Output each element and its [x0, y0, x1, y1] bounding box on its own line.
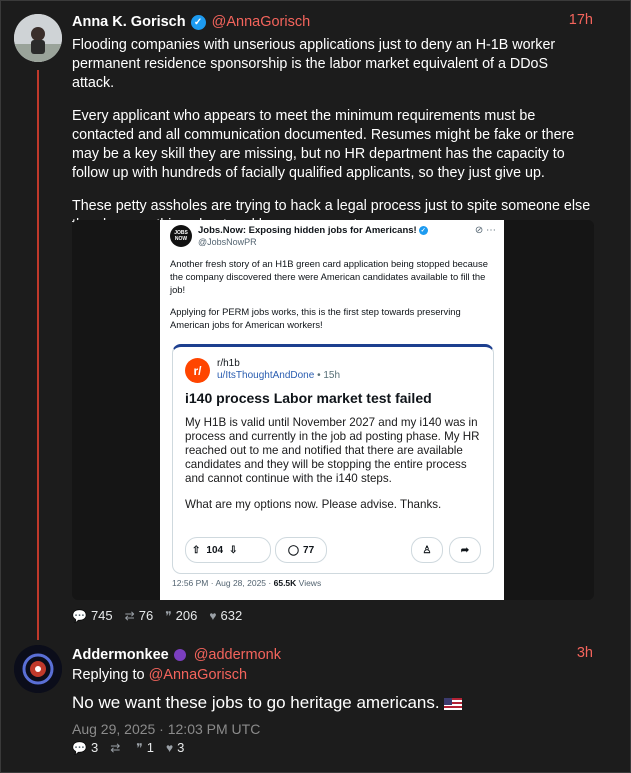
- retweet-icon: ⇄: [124, 608, 135, 623]
- author-name[interactable]: Anna K. Gorisch: [72, 14, 186, 30]
- reply-body: No we want these jobs to go heritage ame…: [72, 693, 593, 713]
- quote-button[interactable]: ❞ 1: [136, 740, 154, 755]
- post-time[interactable]: 3h: [577, 645, 593, 661]
- reply-timestamp[interactable]: Aug 29, 2025 · 12:03 PM UTC: [72, 721, 593, 737]
- reddit-user: u/ItsThoughtAndDone: [217, 370, 315, 381]
- quote-icon: ❞: [165, 608, 172, 623]
- quote-count: 206: [175, 608, 198, 623]
- comment-icon: ◯: [287, 544, 300, 556]
- like-button[interactable]: ♥ 632: [209, 608, 242, 623]
- status-badge-icon: [173, 649, 186, 661]
- like-button[interactable]: ♥ 3: [166, 740, 184, 755]
- embedded-paragraph: Applying for PERM jobs works, this is th…: [170, 306, 461, 330]
- views-label: Views: [298, 578, 322, 588]
- comment-button[interactable]: 💬 745: [72, 608, 113, 623]
- verified-badge-icon: ✓: [418, 225, 428, 235]
- post-paragraph: Flooding companies with unserious applic…: [72, 37, 556, 91]
- comment-icon: 💬: [72, 608, 87, 623]
- heart-icon: ♥: [165, 740, 174, 755]
- reply-stats: 💬 3 ⇄ ❞ 1 ♥ 3: [72, 740, 184, 755]
- author-handle[interactable]: @AnnaGorisch: [212, 14, 311, 30]
- avatar-addermonkee[interactable]: [14, 645, 62, 693]
- retweet-button[interactable]: ⇄ 76: [125, 608, 154, 623]
- reddit-title: i140 process Labor market test failed: [185, 390, 432, 406]
- quote-icon: ❞: [136, 740, 143, 755]
- post-stats: 💬 745 ⇄ 76 ❞ 206 ♥ 632: [72, 608, 242, 623]
- avatar-image: [14, 645, 62, 693]
- reddit-paragraph: What are my options now. Please advise. …: [185, 498, 442, 511]
- replying-to: Replying to @AnnaGorisch: [72, 667, 593, 683]
- reddit-age: 15h: [323, 370, 341, 381]
- reddit-comment-count: 77: [303, 544, 315, 556]
- quote-button[interactable]: ❞ 206: [165, 608, 197, 623]
- verified-badge-icon: ✓: [190, 14, 206, 30]
- embedded-text: Another fresh story of an H1B green card…: [170, 257, 494, 340]
- embedded-meta: 12:56 PM · Aug 28, 2025 · 65.5K Views: [172, 578, 321, 588]
- thread-line: [37, 70, 39, 640]
- us-flag-icon: [443, 697, 462, 710]
- comment-count: 3: [90, 740, 99, 755]
- embedded-views: 65.5K: [273, 578, 297, 588]
- post-media[interactable]: JOBS NOW Jobs.Now: Exposing hidden jobs …: [72, 220, 594, 600]
- subreddit-name: r/h1b: [217, 358, 240, 369]
- jobsnow-avatar: JOBS NOW: [170, 225, 192, 247]
- reply-text: No we want these jobs to go heritage ame…: [72, 693, 440, 712]
- author-name[interactable]: Addermonkee: [72, 647, 169, 663]
- embedded-author-handle: @JobsNowPR: [198, 237, 257, 247]
- comment-icon: 💬: [72, 740, 87, 755]
- upvote-icon: ⇧: [192, 544, 201, 556]
- post-body: Flooding companies with unserious applic…: [72, 36, 593, 235]
- retweet-button[interactable]: ⇄: [110, 740, 124, 755]
- like-count: 3: [177, 740, 185, 755]
- comment-count: 745: [90, 608, 113, 623]
- vote-pill: ⇧ 104 ⇩: [185, 537, 271, 563]
- embedded-paragraph: Another fresh story of an H1B green card…: [170, 258, 488, 295]
- reddit-card: r/ r/h1b u/ItsThoughtAndDone • 15h i140 …: [172, 344, 494, 574]
- share-icon: ➦: [449, 537, 481, 563]
- embedded-time: 12:56 PM · Aug 28, 2025 ·: [172, 578, 272, 588]
- downvote-icon: ⇩: [229, 544, 238, 556]
- embedded-author-name: Jobs.Now: Exposing hidden jobs for Ameri…: [198, 225, 417, 236]
- retweet-count: 76: [138, 608, 154, 623]
- post-time[interactable]: 17h: [569, 12, 593, 28]
- quote-count: 1: [146, 740, 154, 755]
- upvote-count: 104: [206, 544, 224, 556]
- comment-button[interactable]: 💬 3: [72, 740, 98, 755]
- embedded-tweet-screenshot: JOBS NOW Jobs.Now: Exposing hidden jobs …: [160, 220, 504, 600]
- replying-label: Replying to: [72, 667, 145, 683]
- reddit-paragraph: My H1B is valid until November 2027 and …: [185, 416, 480, 485]
- award-icon: ♙: [411, 537, 443, 563]
- reddit-body: My H1B is valid until November 2027 and …: [185, 416, 481, 524]
- heart-icon: ♥: [209, 608, 217, 623]
- reddit-actions: ⇧ 104 ⇩ ◯ 77 ♙ ➦: [185, 537, 481, 563]
- author-handle[interactable]: @addermonk: [194, 647, 281, 663]
- replying-handle[interactable]: @AnnaGorisch: [149, 667, 248, 683]
- reddit-logo-icon: r/: [185, 358, 210, 383]
- more-icon: ⊘ ⋯: [474, 225, 496, 236]
- post-paragraph: Every applicant who appears to meet the …: [72, 108, 575, 181]
- post-anna: Anna K. Gorisch ✓ @AnnaGorisch 17h Flood…: [72, 12, 593, 249]
- reddit-comments: ◯ 77: [275, 537, 327, 563]
- retweet-icon: ⇄: [110, 740, 121, 755]
- post-addermonkee: Addermonkee @addermonk 3h Replying to @A…: [72, 645, 593, 737]
- avatar-image: [14, 14, 62, 62]
- avatar-anna[interactable]: [14, 14, 62, 62]
- like-count: 632: [220, 608, 243, 623]
